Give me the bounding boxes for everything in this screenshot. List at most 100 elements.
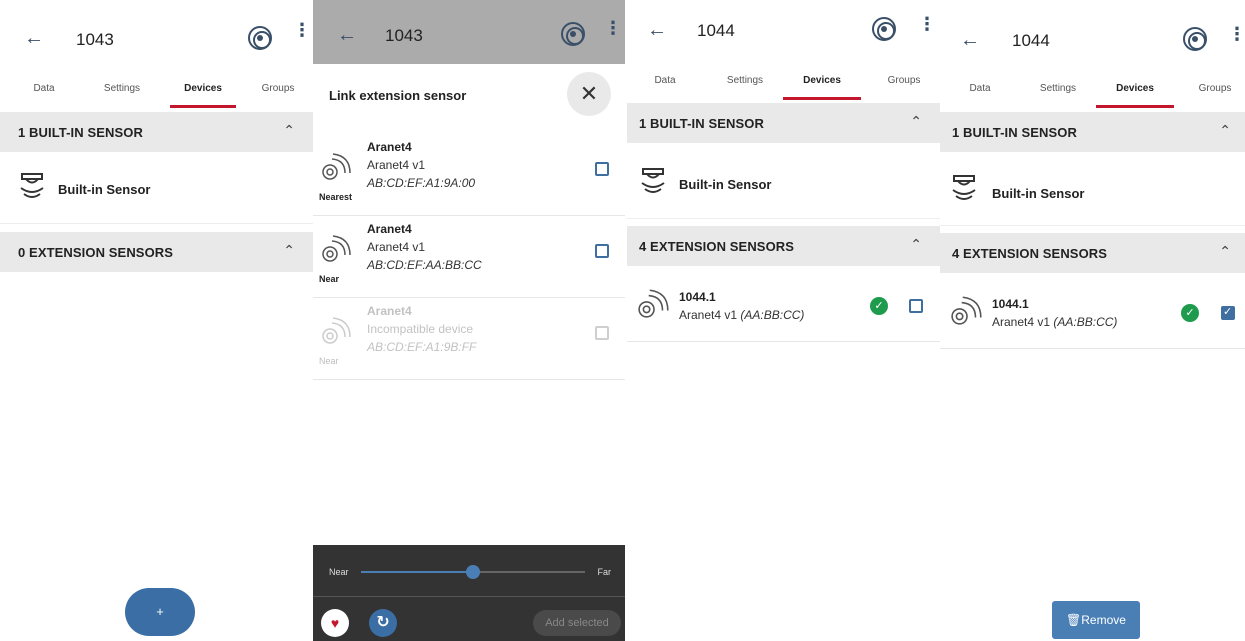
- tab-settings[interactable]: Settings: [1028, 78, 1088, 114]
- builtin-section-header[interactable]: 1 BUILT-IN SENSOR ⌃: [0, 112, 313, 152]
- device-model: Aranet4 v1: [367, 240, 426, 254]
- tab-settings[interactable]: Settings: [92, 78, 152, 114]
- tab-groups[interactable]: Groups: [250, 78, 306, 114]
- action-row: ♥ ↻ Add selected: [313, 597, 625, 641]
- chevron-up-icon[interactable]: ⌃: [283, 122, 295, 139]
- radar-icon[interactable]: [248, 26, 272, 50]
- range-slider[interactable]: [361, 565, 585, 579]
- app-bar: ← 1044 ⋮: [627, 0, 940, 64]
- tab-data[interactable]: Data: [639, 70, 691, 106]
- extension-sensor-row[interactable]: 1044.1 Aranet4 v1 (AA:BB:CC) ✓: [627, 268, 940, 342]
- tab-settings[interactable]: Settings: [715, 70, 775, 106]
- chevron-up-icon[interactable]: ⌃: [910, 236, 922, 253]
- builtin-sensor-row[interactable]: Built-in Sensor: [940, 152, 1245, 226]
- sensor-mac: (AA:BB:CC): [1053, 315, 1118, 329]
- builtin-sensor-icon: [952, 175, 976, 200]
- sensor-detail: Aranet4 v1 (AA:BB:CC): [992, 315, 1117, 329]
- chevron-up-icon[interactable]: ⌃: [910, 113, 922, 130]
- page-title: 1043: [76, 30, 114, 49]
- builtin-section-header[interactable]: 1 BUILT-IN SENSOR ⌃: [940, 112, 1245, 152]
- extension-sensor-row[interactable]: 1044.1 Aranet4 v1 (AA:BB:CC) ✓: [940, 275, 1245, 349]
- tab-bar: Data Settings Devices Groups: [627, 70, 940, 106]
- more-vert-icon[interactable]: ⋮: [604, 19, 622, 37]
- device-row[interactable]: Nearest Aranet4 Aranet4 v1 AB:CD:EF:A1:9…: [313, 134, 625, 216]
- device-checkbox: [595, 326, 609, 340]
- extension-section-header[interactable]: 4 EXTENSION SENSORS ⌃: [627, 226, 940, 266]
- screen-1043-devices: ← 1043 ⋮ Data Settings Devices Groups 1 …: [0, 0, 313, 641]
- heart-icon[interactable]: ♥: [321, 609, 349, 637]
- far-label: Far: [597, 567, 612, 577]
- sensor-checkbox[interactable]: [909, 299, 923, 313]
- near-label: Near: [329, 567, 349, 577]
- device-name: Aranet4: [367, 140, 412, 154]
- device-name: Aranet4: [367, 304, 412, 318]
- device-model: Aranet4 v1: [367, 158, 426, 172]
- check-circle-icon: ✓: [870, 297, 888, 315]
- sheet-title: Link extension sensor: [329, 88, 467, 103]
- more-vert-icon[interactable]: ⋮: [1228, 25, 1245, 43]
- remove-label: Remove: [1081, 613, 1126, 627]
- tab-devices[interactable]: Devices: [1096, 78, 1174, 114]
- sensor-name: 1044.1: [679, 290, 716, 304]
- close-icon[interactable]: ✕: [567, 72, 611, 116]
- app-bar: ← 1043 ⋮: [0, 0, 313, 64]
- tab-groups[interactable]: Groups: [1188, 78, 1242, 114]
- screen-1044-devices: ← 1044 ⋮ Data Settings Devices Groups 1 …: [627, 0, 940, 641]
- radar-icon[interactable]: [561, 22, 585, 46]
- section-title: 1 BUILT-IN SENSOR: [639, 116, 764, 131]
- slider-thumb[interactable]: [466, 565, 480, 579]
- tab-devices[interactable]: Devices: [170, 78, 236, 114]
- builtin-section-header[interactable]: 1 BUILT-IN SENSOR ⌃: [627, 103, 940, 143]
- sheet-header: Link extension sensor ✕: [313, 64, 625, 130]
- range-slider-row: Near Far: [313, 545, 625, 597]
- tab-bar: Data Settings Devices Groups: [940, 78, 1245, 114]
- more-vert-icon[interactable]: ⋮: [918, 15, 936, 33]
- sensor-name: Built-in Sensor: [679, 177, 772, 192]
- page-title: 1044: [1012, 31, 1050, 50]
- radar-icon[interactable]: [872, 17, 896, 41]
- section-title: 0 EXTENSION SENSORS: [18, 245, 174, 260]
- check-circle-icon: ✓: [1181, 304, 1199, 322]
- extension-section-header[interactable]: 0 EXTENSION SENSORS ⌃: [0, 232, 313, 272]
- arrow-left-icon[interactable]: ←: [960, 30, 980, 50]
- add-sensor-button[interactable]: +: [125, 588, 195, 636]
- section-title: 1 BUILT-IN SENSOR: [18, 125, 143, 140]
- arrow-left-icon[interactable]: ←: [647, 20, 667, 40]
- sensor-wave-icon: [322, 153, 351, 180]
- trash-icon: 🗑: [1066, 613, 1082, 627]
- tab-data[interactable]: Data: [954, 78, 1006, 114]
- chevron-up-icon[interactable]: ⌃: [1219, 122, 1231, 139]
- scan-controls: Near Far ♥ ↻ Add selected: [313, 545, 625, 641]
- builtin-sensor-row[interactable]: Built-in Sensor: [627, 143, 940, 219]
- tab-bar: Data Settings Devices Groups: [0, 78, 313, 114]
- radar-icon[interactable]: [1183, 27, 1207, 51]
- remove-button[interactable]: 🗑Remove: [1052, 601, 1140, 639]
- tab-devices[interactable]: Devices: [783, 70, 861, 106]
- device-row[interactable]: Near Aranet4 Aranet4 v1 AB:CD:EF:AA:BB:C…: [313, 216, 625, 298]
- section-title: 4 EXTENSION SENSORS: [639, 239, 795, 254]
- chevron-up-icon[interactable]: ⌃: [283, 242, 295, 259]
- arrow-left-icon[interactable]: ←: [337, 25, 357, 45]
- arrow-left-icon[interactable]: ←: [24, 28, 44, 48]
- app-bar: ← 1043 ⋮: [313, 0, 625, 64]
- screen-1044-devices-selected: ← 1044 ⋮ Data Settings Devices Groups 1 …: [940, 0, 1245, 641]
- more-vert-icon[interactable]: ⋮: [293, 21, 311, 39]
- device-checkbox[interactable]: [595, 244, 609, 258]
- sensor-detail: Aranet4 v1 (AA:BB:CC): [679, 308, 804, 322]
- sensor-checkbox[interactable]: [1221, 305, 1235, 320]
- extension-section-header[interactable]: 4 EXTENSION SENSORS ⌃: [940, 233, 1245, 273]
- proximity-label: Near: [319, 274, 340, 284]
- tab-data[interactable]: Data: [14, 78, 74, 114]
- tab-groups[interactable]: Groups: [875, 70, 933, 106]
- sensor-model: Aranet4 v1: [679, 308, 738, 322]
- sensor-wave-icon: [322, 317, 351, 344]
- device-model: Incompatible device: [367, 322, 474, 336]
- add-selected-button[interactable]: Add selected: [533, 610, 621, 636]
- page-title: 1044: [697, 21, 735, 40]
- device-mac: AB:CD:EF:AA:BB:CC: [367, 258, 482, 272]
- builtin-sensor-row[interactable]: Built-in Sensor: [0, 152, 313, 224]
- builtin-sensor-icon: [641, 168, 665, 193]
- device-checkbox[interactable]: [595, 162, 609, 176]
- chevron-up-icon[interactable]: ⌃: [1219, 243, 1231, 260]
- refresh-icon[interactable]: ↻: [369, 609, 397, 637]
